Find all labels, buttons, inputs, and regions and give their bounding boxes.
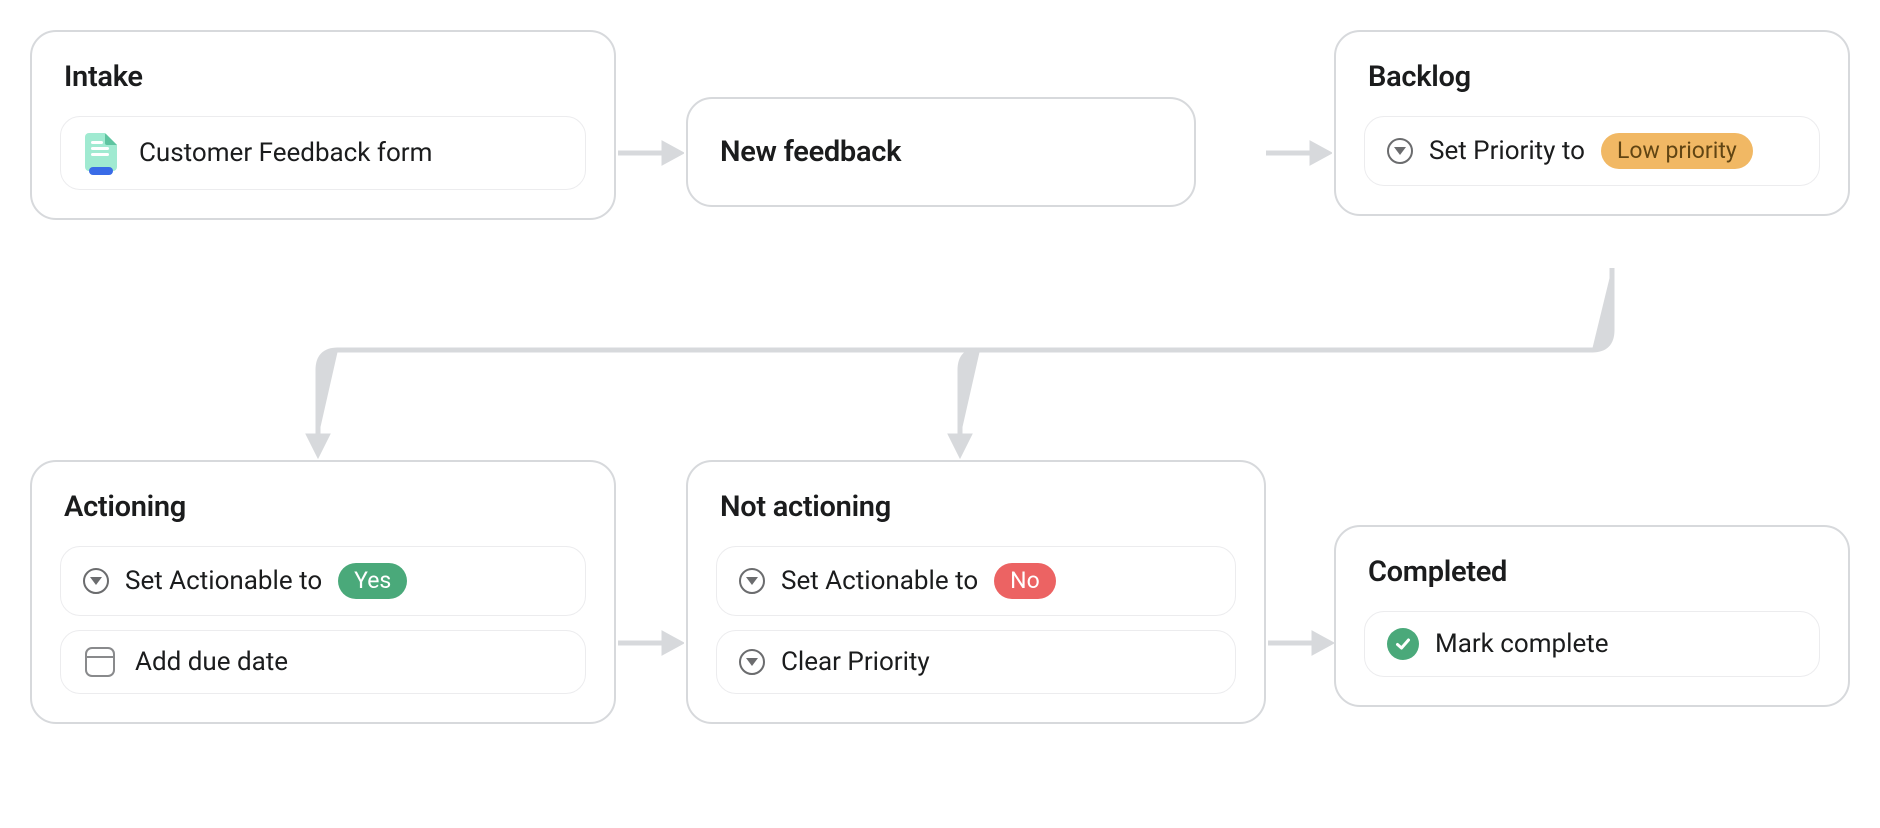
card-new-feedback[interactable]: New feedback (686, 97, 1196, 207)
arrow-intake-to-newfeedback (618, 138, 684, 168)
card-title: Backlog (1368, 60, 1820, 94)
arrow-actioning-to-notactioning (618, 628, 684, 658)
workflow-diagram: Intake Customer Feedback form New feedba… (0, 0, 1880, 828)
card-not-actioning[interactable]: Not actioning Set Actionable to No Clear… (686, 460, 1266, 724)
card-title: Actioning (64, 490, 586, 524)
tag-no: No (994, 563, 1056, 599)
tag-yes: Yes (338, 563, 407, 599)
tag-low-priority: Low priority (1601, 133, 1753, 169)
rule-mark-complete[interactable]: Mark complete (1364, 611, 1820, 677)
check-circle-icon (1387, 628, 1419, 660)
rule-text: Set Actionable to (125, 566, 322, 596)
rule-form[interactable]: Customer Feedback form (60, 116, 586, 190)
arrow-newfeedback-to-backlog (1266, 138, 1332, 168)
card-completed[interactable]: Completed Mark complete (1334, 525, 1850, 707)
card-intake[interactable]: Intake Customer Feedback form (30, 30, 616, 220)
rule-set-actionable-no[interactable]: Set Actionable to No (716, 546, 1236, 616)
card-title: Intake (64, 60, 586, 94)
arrow-backlog-branch (300, 268, 1620, 468)
rule-text: Add due date (135, 647, 288, 677)
rule-text: Mark complete (1435, 629, 1609, 659)
rule-set-priority[interactable]: Set Priority to Low priority (1364, 116, 1820, 186)
rule-add-due-date[interactable]: Add due date (60, 630, 586, 694)
rule-text: Set Actionable to (781, 566, 978, 596)
form-icon (83, 133, 123, 173)
rule-text: Customer Feedback form (139, 138, 432, 168)
trigger-icon (83, 568, 109, 594)
trigger-icon (1387, 138, 1413, 164)
card-backlog[interactable]: Backlog Set Priority to Low priority (1334, 30, 1850, 216)
calendar-icon (85, 647, 115, 677)
card-title: Not actioning (720, 490, 1236, 524)
card-title: Completed (1368, 555, 1820, 589)
card-title: New feedback (720, 135, 901, 169)
trigger-icon (739, 649, 765, 675)
arrow-notactioning-to-completed (1268, 628, 1334, 658)
rule-text: Set Priority to (1429, 136, 1585, 166)
rule-set-actionable-yes[interactable]: Set Actionable to Yes (60, 546, 586, 616)
rule-clear-priority[interactable]: Clear Priority (716, 630, 1236, 694)
card-actioning[interactable]: Actioning Set Actionable to Yes Add due … (30, 460, 616, 724)
rule-text: Clear Priority (781, 647, 930, 677)
trigger-icon (739, 568, 765, 594)
